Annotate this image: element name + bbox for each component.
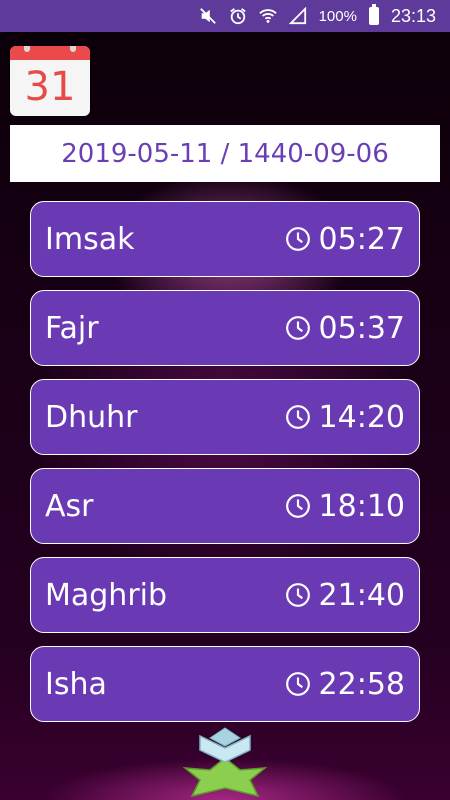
quran-stand-icon xyxy=(182,727,268,798)
calendar-header xyxy=(10,46,90,60)
prayer-time: 05:37 xyxy=(318,310,405,346)
calendar-ring-left xyxy=(24,46,30,52)
prayer-time: 14:20 xyxy=(318,399,405,435)
clock-icon xyxy=(285,405,310,429)
date-text: 2019-05-11 / 1440-09-06 xyxy=(61,138,389,169)
date-bar: 2019-05-11 / 1440-09-06 xyxy=(10,125,440,182)
prayer-time-group: 22:58 xyxy=(285,667,405,702)
clock-icon xyxy=(285,494,310,518)
clock-icon xyxy=(285,583,310,607)
mute-icon xyxy=(199,8,216,24)
prayer-time: 05:27 xyxy=(318,221,405,257)
prayer-card-imsak[interactable]: Imsak 05:27 xyxy=(30,201,420,277)
status-time: 23:13 xyxy=(390,5,436,26)
wifi-icon xyxy=(258,9,277,23)
prayer-card-maghrib[interactable]: Maghrib 21:40 xyxy=(30,557,420,633)
prayer-name: Imsak xyxy=(45,221,135,257)
prayer-time-group: 05:27 xyxy=(285,222,405,257)
prayer-time-group: 14:20 xyxy=(285,400,405,435)
alarm-icon xyxy=(229,8,246,25)
prayer-card-isha[interactable]: Isha 22:58 xyxy=(30,646,420,722)
prayer-time: 18:10 xyxy=(318,488,405,524)
prayer-card-fajr[interactable]: Fajr 05:37 xyxy=(30,290,420,366)
prayer-card-asr[interactable]: Asr 18:10 xyxy=(30,468,420,544)
prayer-name: Isha xyxy=(45,666,107,702)
status-bar: 100% 23:13 xyxy=(0,0,450,32)
prayer-time: 21:40 xyxy=(318,577,405,613)
calendar-icon[interactable]: 31 xyxy=(10,46,90,116)
signal-icon xyxy=(288,7,306,25)
clock-icon xyxy=(285,316,310,340)
prayer-name: Fajr xyxy=(45,310,99,346)
battery-percent: 100% xyxy=(318,7,357,25)
calendar-day: 31 xyxy=(24,64,76,110)
prayer-time-group: 21:40 xyxy=(285,578,405,613)
prayer-time-group: 18:10 xyxy=(285,489,405,524)
battery-icon xyxy=(368,4,379,25)
prayer-list: Imsak 05:27 Fajr 05:37 Dhuhr 14:20 Asr 1… xyxy=(30,201,420,735)
prayer-name: Asr xyxy=(45,488,94,524)
prayer-card-dhuhr[interactable]: Dhuhr 14:20 xyxy=(30,379,420,455)
calendar-ring-right xyxy=(70,46,76,52)
clock-icon xyxy=(285,227,310,251)
prayer-name: Dhuhr xyxy=(45,399,138,435)
prayer-name: Maghrib xyxy=(45,577,168,613)
clock-icon xyxy=(285,672,310,696)
prayer-time: 22:58 xyxy=(318,666,405,702)
prayer-time-group: 05:37 xyxy=(285,311,405,346)
